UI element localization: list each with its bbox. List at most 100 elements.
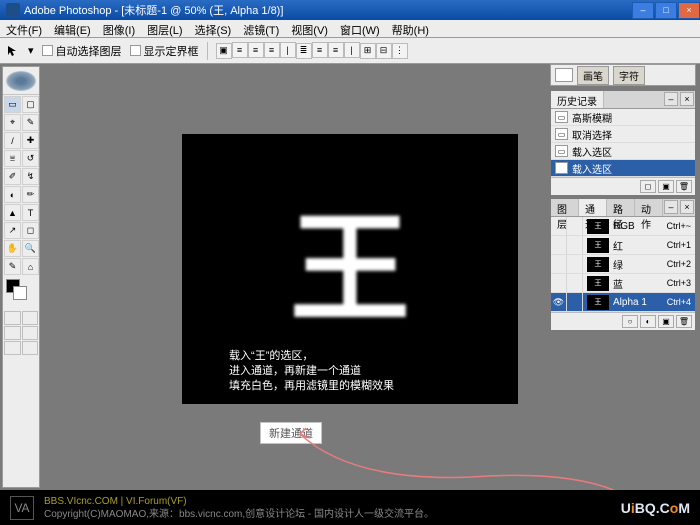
app-icon (6, 3, 20, 17)
align-button[interactable]: ≡ (328, 42, 344, 58)
tool-button[interactable]: ↺ (22, 150, 39, 167)
menu-item[interactable]: 帮助(H) (386, 20, 435, 37)
menu-item[interactable]: 编辑(E) (48, 20, 97, 37)
tool-button[interactable]: ⌖ (4, 114, 21, 131)
screen-mode-1[interactable] (4, 326, 21, 340)
panel-minimize-icon[interactable]: – (664, 92, 678, 106)
panel-close-icon[interactable]: × (680, 92, 694, 106)
channel-row[interactable]: 王蓝Ctrl+3 (551, 274, 695, 293)
standard-mode-button[interactable] (4, 311, 21, 325)
panel-tab[interactable]: 路径 (607, 199, 635, 216)
channel-row[interactable]: 王绿Ctrl+2 (551, 255, 695, 274)
history-item[interactable]: ▭载入选区 (551, 143, 695, 160)
jump-button[interactable] (22, 341, 39, 355)
history-item[interactable]: ▭载入选区 (551, 160, 695, 177)
channel-link-cell[interactable] (567, 274, 583, 292)
panel-tab[interactable]: 动作 (635, 199, 663, 216)
screen-mode-2[interactable] (22, 326, 39, 340)
channel-name: 红 (613, 238, 667, 253)
menu-item[interactable]: 图层(L) (141, 20, 188, 37)
history-panel: 历史记录 – × ▭高斯模糊▭取消选择▭载入选区▭载入选区 ◻ ▣ 🗑 (550, 90, 696, 196)
channel-row[interactable]: 王红Ctrl+1 (551, 236, 695, 255)
document[interactable]: 王 载入“王”的选区， 进入通道，再新建一个通道 填充白色，再用滤镜里的模糊效果 (182, 134, 518, 404)
align-button[interactable]: | (280, 42, 296, 58)
channel-link-cell[interactable] (567, 255, 583, 273)
align-button[interactable]: ▣ (216, 43, 232, 59)
align-button[interactable]: | (344, 42, 360, 58)
tool-button[interactable]: ▭ (4, 96, 21, 113)
maximize-button[interactable]: □ (655, 2, 677, 19)
visibility-eye-icon[interactable] (551, 217, 567, 235)
color-swatches[interactable] (3, 276, 39, 310)
tool-button[interactable]: ↯ (22, 168, 39, 185)
tool-button[interactable]: 🔍 (22, 240, 39, 257)
channel-row[interactable]: 王RGBCtrl+~ (551, 217, 695, 236)
channel-new-button[interactable]: ▣ (658, 315, 674, 328)
channel-row[interactable]: 👁王Alpha 1Ctrl+4 (551, 293, 695, 312)
auto-select-checkbox[interactable]: 自动选择图层 (42, 43, 122, 59)
align-button[interactable]: ≣ (296, 43, 312, 59)
panel-tab[interactable]: 图层 (551, 199, 579, 216)
visibility-eye-icon[interactable] (551, 236, 567, 254)
tool-button[interactable]: ✚ (22, 132, 39, 149)
visibility-eye-icon[interactable] (551, 274, 567, 292)
tool-button[interactable]: / (4, 132, 21, 149)
align-button[interactable]: ≡ (232, 42, 248, 58)
menu-item[interactable]: 视图(V) (285, 20, 334, 37)
tool-button[interactable]: ✋ (4, 240, 21, 257)
close-button[interactable]: × (678, 2, 700, 19)
panel-minimize-icon[interactable]: – (664, 200, 678, 214)
history-item[interactable]: ▭取消选择 (551, 126, 695, 143)
tool-button[interactable]: ✏ (22, 186, 39, 203)
tool-button[interactable]: ↗ (4, 222, 21, 239)
align-button[interactable]: ≡ (264, 42, 280, 58)
panel-tab[interactable]: 通道 (579, 199, 607, 216)
annotation-arrow (292, 422, 662, 490)
channel-link-cell[interactable] (567, 217, 583, 235)
menu-item[interactable]: 选择(S) (189, 20, 238, 37)
tool-button[interactable]: ✎ (4, 258, 21, 275)
tool-button[interactable]: ▢ (22, 96, 39, 113)
history-delete-button[interactable]: 🗑 (676, 180, 692, 193)
history-item[interactable]: ▭高斯模糊 (551, 109, 695, 126)
tool-button[interactable]: ⌂ (22, 258, 39, 275)
tool-button[interactable]: ✎ (22, 114, 39, 131)
history-new-button[interactable]: ▣ (658, 180, 674, 193)
channel-link-cell[interactable] (567, 236, 583, 254)
dock-tab-brush[interactable]: 画笔 (577, 66, 609, 85)
menu-item[interactable]: 窗口(W) (334, 20, 386, 37)
show-bounds-checkbox[interactable]: 显示定界框 (130, 43, 199, 59)
visibility-eye-icon[interactable] (551, 255, 567, 273)
menu-item[interactable]: 文件(F) (0, 20, 48, 37)
align-button[interactable]: ⊞ (360, 43, 376, 59)
menu-item[interactable]: 滤镜(T) (237, 20, 285, 37)
channel-delete-button[interactable]: 🗑 (676, 315, 692, 328)
align-button[interactable]: ≡ (312, 42, 328, 58)
right-dock: 画笔 字符 历史记录 – × ▭高斯模糊▭取消选择▭载入选区▭载入选区 ◻ ▣ … (550, 64, 696, 331)
align-button[interactable]: ⊟ (376, 43, 392, 59)
screen-mode-3[interactable] (4, 341, 21, 355)
dock-slot-icon[interactable] (555, 68, 573, 82)
channel-load-button[interactable]: ○ (622, 315, 638, 328)
menu-item[interactable]: 图像(I) (97, 20, 141, 37)
channel-mask-button[interactable]: ◐ (640, 315, 656, 328)
tool-button[interactable]: ◐ (4, 186, 21, 203)
brush-preview (3, 67, 39, 95)
align-button[interactable]: ⋮ (392, 43, 408, 59)
minimize-button[interactable]: – (632, 2, 654, 19)
tool-button[interactable]: ▲ (4, 204, 21, 221)
tool-button[interactable]: ⩸ (4, 150, 21, 167)
dock-tab-char[interactable]: 字符 (613, 66, 645, 85)
history-snapshot-button[interactable]: ◻ (640, 180, 656, 193)
align-button[interactable]: ≡ (248, 42, 264, 58)
history-tab[interactable]: 历史记录 (551, 91, 604, 108)
visibility-eye-icon[interactable]: 👁 (551, 293, 567, 311)
tool-button[interactable]: T (22, 204, 39, 221)
align-buttons: ▣≡≡≡|≣≡≡|⊞⊟⋮ (216, 42, 408, 59)
channel-link-cell[interactable] (567, 293, 583, 311)
panel-close-icon[interactable]: × (680, 200, 694, 214)
tool-button[interactable]: ◻ (22, 222, 39, 239)
quickmask-mode-button[interactable] (22, 311, 39, 325)
tool-button[interactable]: ✐ (4, 168, 21, 185)
background-swatch[interactable] (13, 286, 27, 300)
